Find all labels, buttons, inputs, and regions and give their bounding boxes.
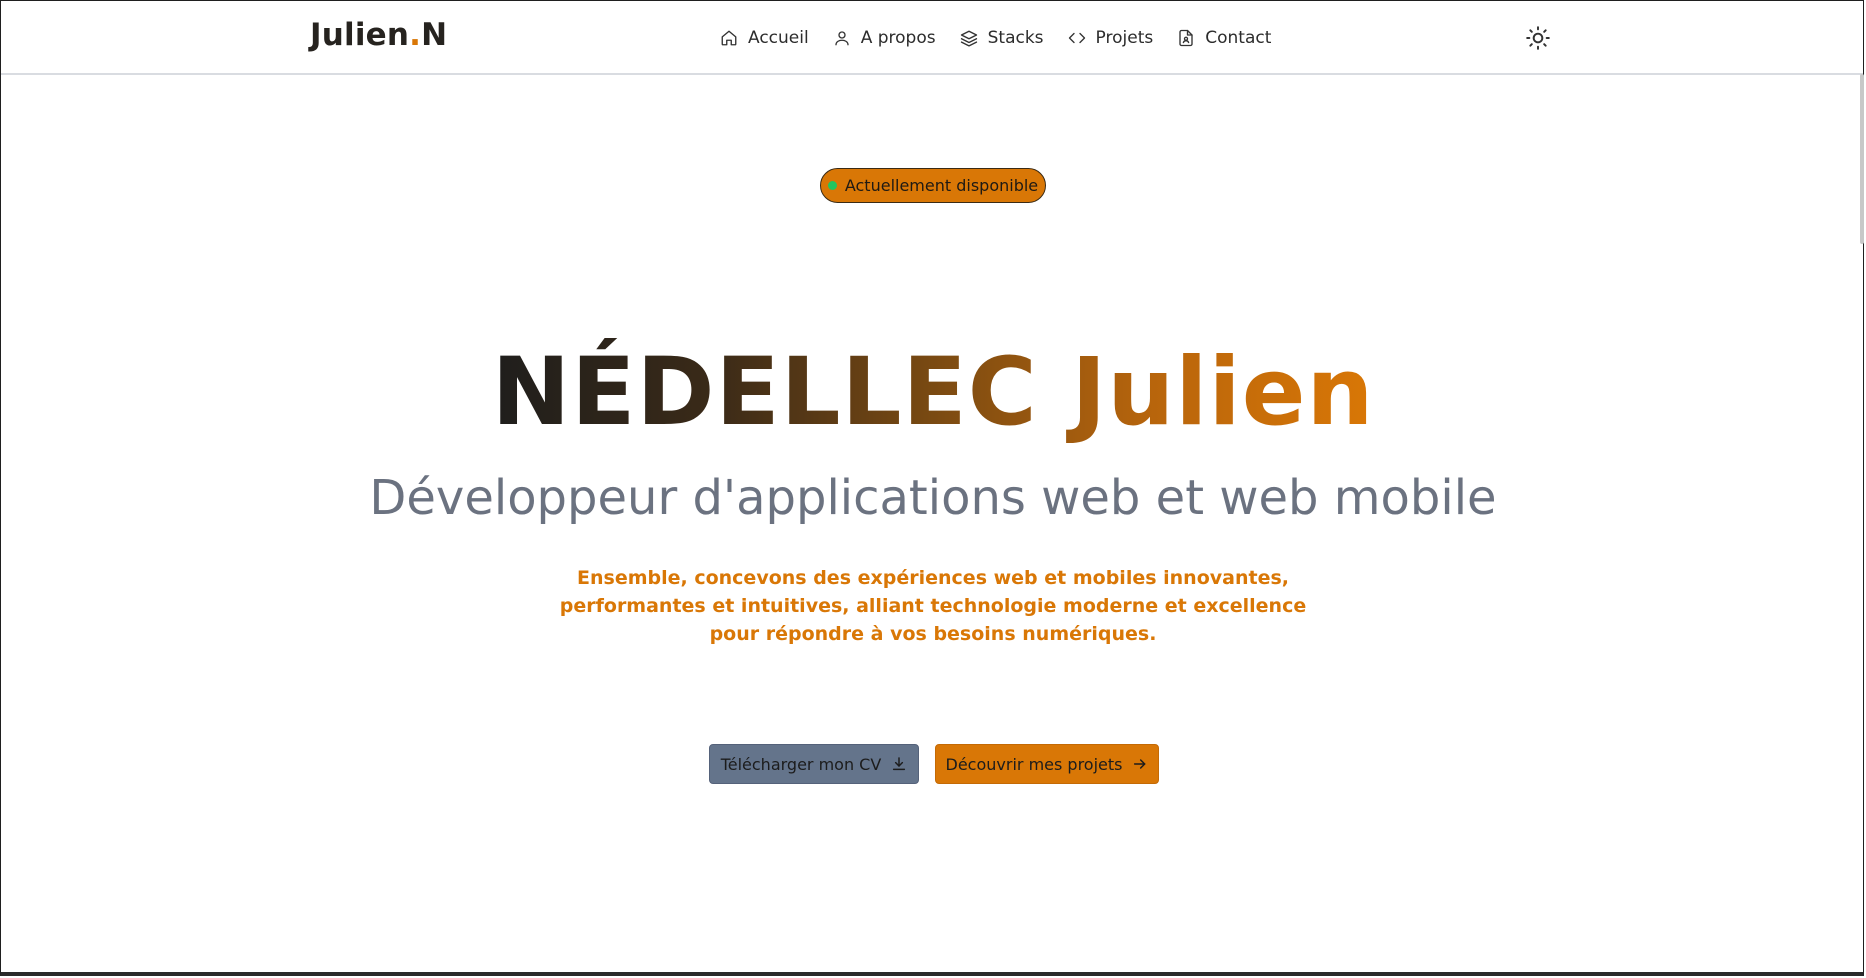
user-icon [835,31,849,46]
theme-toggle-button[interactable] [1525,25,1551,51]
nav-item-stacks[interactable]: Stacks [960,23,1044,53]
hero-subtitle: Développeur d'applications web et web mo… [369,470,1497,526]
download-icon [893,757,906,771]
arrow-right-icon [1134,759,1146,769]
discover-projects-button[interactable]: Découvrir mes projets [935,744,1159,784]
download-cv-button[interactable]: Télécharger mon CV [709,744,919,784]
status-dot-icon [827,181,837,190]
hero-title: NÉDELLEC Julien [0,346,1866,440]
hero-title-text: NÉDELLEC Julien [491,338,1375,447]
site-header: Julien.N Accueil A propos Stacks Projets… [1,1,1863,75]
download-cv-label: Télécharger mon CV [720,754,882,774]
nav-item-a-propos[interactable]: A propos [833,23,936,53]
layers-icon [960,30,977,47]
home-icon [721,30,737,46]
brand-name: Julien [310,17,410,53]
nav-item-accueil[interactable]: Accueil [720,23,809,53]
brand-dot: . [409,17,422,53]
nav-item-label: Contact [1205,28,1272,48]
availability-badge: Actuellement disponible [820,168,1046,203]
brand-initial: N [421,17,448,53]
code-icon [1068,32,1085,44]
nav-item-label: Projets [1095,28,1154,48]
hero-description: Ensemble, concevons des expériences web … [559,567,1307,645]
main-nav: Accueil A propos Stacks Projets Contact [720,23,1295,53]
nav-item-label: A propos [860,28,936,48]
brand-logo[interactable]: Julien.N [310,17,447,53]
page-scrollbar[interactable] [1860,74,1864,244]
discover-projects-label: Découvrir mes projets [945,754,1123,774]
nav-item-label: Accueil [748,28,809,48]
nav-item-projets[interactable]: Projets [1068,23,1154,53]
file-user-icon [1179,29,1193,47]
nav-item-label: Stacks [987,28,1044,48]
availability-label: Actuellement disponible [844,176,1039,195]
nav-item-contact[interactable]: Contact [1177,23,1271,53]
sun-icon [1526,26,1550,50]
